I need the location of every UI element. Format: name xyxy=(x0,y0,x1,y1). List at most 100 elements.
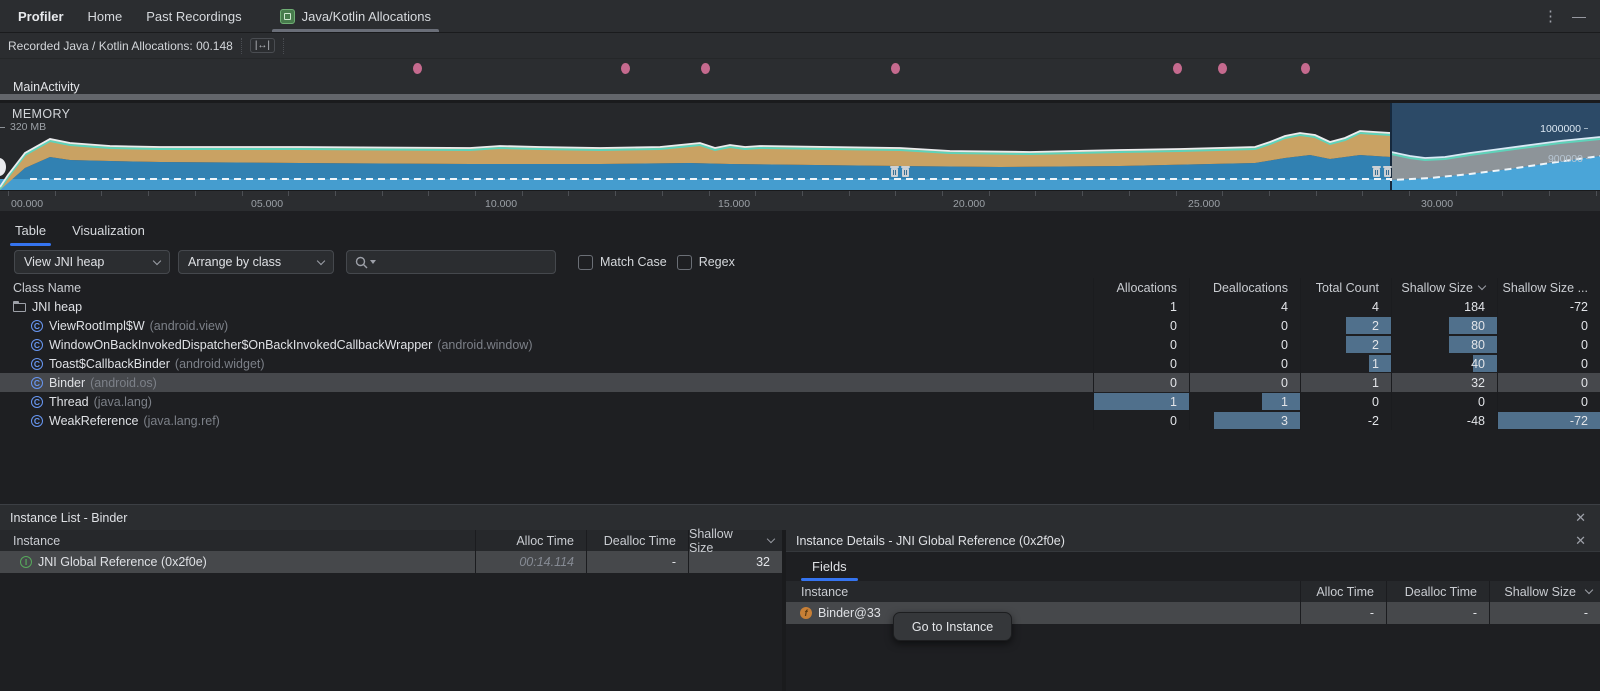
column-header-alloc-time[interactable]: Alloc Time xyxy=(1301,581,1387,602)
arrange-select[interactable]: Arrange by class xyxy=(178,250,334,274)
event-dot[interactable] xyxy=(701,63,710,74)
class-icon: C xyxy=(31,320,43,332)
column-header-alloc-time[interactable]: Alloc Time xyxy=(476,530,587,551)
match-case-checkbox[interactable]: Match Case xyxy=(578,255,667,270)
cell-value: 1 xyxy=(1372,376,1391,390)
value-cell: 0 xyxy=(1190,335,1301,354)
event-dot[interactable] xyxy=(413,63,422,74)
search-options-chevron-icon[interactable] xyxy=(370,260,376,264)
axis-tick xyxy=(1596,191,1597,196)
value-cell: 4 xyxy=(1190,297,1301,316)
axis-tick xyxy=(1362,191,1363,196)
class-table-row[interactable]: CWindowOnBackInvokedDispatcher$OnBackInv… xyxy=(0,335,1600,354)
column-header-shallow-size[interactable]: Shallow Size xyxy=(1490,581,1600,602)
dealloc-time-value: - xyxy=(1473,606,1489,620)
class-name-cell: CViewRootImpl$W(android.view) xyxy=(0,316,1094,335)
checkbox-icon xyxy=(677,255,692,270)
tab-profiler[interactable]: Profiler xyxy=(6,0,76,32)
tab-visualization[interactable]: Visualization xyxy=(67,215,150,246)
axis-tick-label: 30.000 xyxy=(1421,198,1453,210)
value-cell: -2 xyxy=(1301,411,1392,430)
value-cell: 32 xyxy=(1392,373,1498,392)
class-table-row[interactable]: CThread(java.lang)11000 xyxy=(0,392,1600,411)
column-header-shallow-size[interactable]: Shallow Size xyxy=(689,530,782,551)
tab-home[interactable]: Home xyxy=(76,0,135,32)
package-name: (android.window) xyxy=(437,338,532,352)
value-cell: 0 xyxy=(1498,316,1600,335)
column-header-shallow-size-[interactable]: Shallow Size ... xyxy=(1498,278,1600,297)
reset-zoom-range-icon[interactable]: |↔| xyxy=(250,38,275,53)
column-header-class-name[interactable]: Class Name xyxy=(0,278,1094,297)
tab-profiler-label: Profiler xyxy=(18,9,64,24)
axis-tick-label: 20.000 xyxy=(953,198,985,210)
cell-value: 4 xyxy=(1281,300,1300,314)
event-dot[interactable] xyxy=(891,63,900,74)
heap-select[interactable]: View JNI heap xyxy=(14,250,170,274)
close-icon[interactable]: ✕ xyxy=(1575,510,1586,526)
class-table-header: Class NameAllocationsDeallocationsTotal … xyxy=(0,278,1600,297)
value-cell: 1 xyxy=(1301,354,1392,373)
tab-past-recordings[interactable]: Past Recordings xyxy=(134,0,253,32)
class-table-row[interactable]: JNI heap144184-72 xyxy=(0,297,1600,316)
y-axis-tick xyxy=(0,127,5,128)
column-header-instance[interactable]: Instance xyxy=(0,530,476,551)
value-cell: 4 xyxy=(1301,297,1392,316)
instance-details-title: Instance Details - JNI Global Reference … xyxy=(796,534,1065,548)
cell-value: 0 xyxy=(1170,376,1189,390)
column-header-dealloc-time[interactable]: Dealloc Time xyxy=(587,530,689,551)
axis-tick xyxy=(895,191,896,196)
regex-checkbox[interactable]: Regex xyxy=(677,255,735,270)
value-cell: 0 xyxy=(1190,373,1301,392)
value-cell: -72 xyxy=(1498,297,1600,316)
memory-chart[interactable]: MEMORY 320 MB 1000000 900000 xyxy=(0,103,1600,190)
event-dot[interactable] xyxy=(621,63,630,74)
tab-java-kotlin-allocations[interactable]: Java/Kotlin Allocations xyxy=(268,0,443,32)
class-name-cell: JNI heap xyxy=(0,297,1094,316)
column-header-instance[interactable]: Instance xyxy=(786,581,1301,602)
class-name-cell: CWindowOnBackInvokedDispatcher$OnBackInv… xyxy=(0,335,1094,354)
axis-tick xyxy=(709,191,710,196)
class-name: JNI heap xyxy=(32,300,82,314)
go-to-instance-tooltip[interactable]: Go to Instance xyxy=(893,612,1012,641)
event-dot[interactable] xyxy=(1173,63,1182,74)
y-axis-label: 320 MB xyxy=(10,121,46,133)
value-cell: 0 xyxy=(1498,392,1600,411)
heap-folder-icon xyxy=(13,301,26,312)
event-dot[interactable] xyxy=(1301,63,1310,74)
instance-list-header: Instance List - Binder ✕ xyxy=(0,505,1600,530)
column-header-dealloc-time[interactable]: Dealloc Time xyxy=(1387,581,1490,602)
class-table-row[interactable]: CViewRootImpl$W(android.view)002800 xyxy=(0,316,1600,335)
minimize-icon[interactable]: — xyxy=(1572,8,1586,24)
axis-tick xyxy=(1502,191,1503,196)
tab-fields[interactable]: Fields xyxy=(801,552,858,581)
axis-tick-label: 05.000 xyxy=(251,198,283,210)
more-options-icon[interactable]: ⋮ xyxy=(1543,7,1558,25)
class-name-cell: CThread(java.lang) xyxy=(0,392,1094,411)
class-name-cell: CToast$CallbackBinder(android.widget) xyxy=(0,354,1094,373)
class-table-row[interactable]: CToast$CallbackBinder(android.widget)001… xyxy=(0,354,1600,373)
instance-list-column-headers: Instance Alloc Time Dealloc Time Shallow… xyxy=(0,530,782,551)
class-table-row[interactable]: CWeakReference(java.lang.ref)03-2-48-72 xyxy=(0,411,1600,430)
column-header-total-count[interactable]: Total Count xyxy=(1301,278,1392,297)
instance-list-panel: Instance Alloc Time Dealloc Time Shallow… xyxy=(0,530,786,691)
close-icon[interactable]: ✕ xyxy=(1575,533,1586,549)
instance-row[interactable]: I JNI Global Reference (0x2f0e) 00:14.11… xyxy=(0,551,782,573)
tab-table-label: Table xyxy=(15,223,46,238)
instance-details-header: Instance Details - JNI Global Reference … xyxy=(786,530,1600,552)
column-header-shallow-size[interactable]: Shallow Size xyxy=(1392,278,1498,297)
event-timeline[interactable] xyxy=(0,59,1600,80)
cell-value: 80 xyxy=(1471,319,1497,333)
axis-tick xyxy=(849,191,850,196)
time-axis[interactable]: 00.00005.00010.00015.00020.00025.00030.0… xyxy=(0,190,1600,211)
tab-table[interactable]: Table xyxy=(10,215,51,246)
class-name: Toast$CallbackBinder xyxy=(49,357,170,371)
value-cell: 0 xyxy=(1094,354,1190,373)
search-input[interactable] xyxy=(346,250,556,274)
instance-name: JNI Global Reference (0x2f0e) xyxy=(38,555,207,569)
column-header-allocations[interactable]: Allocations xyxy=(1094,278,1190,297)
cell-value: 0 xyxy=(1281,319,1300,333)
event-dot[interactable] xyxy=(1218,63,1227,74)
column-header-deallocations[interactable]: Deallocations xyxy=(1190,278,1301,297)
axis-tick xyxy=(615,191,616,196)
class-table-row[interactable]: CBinder(android.os)001320 xyxy=(0,373,1600,392)
